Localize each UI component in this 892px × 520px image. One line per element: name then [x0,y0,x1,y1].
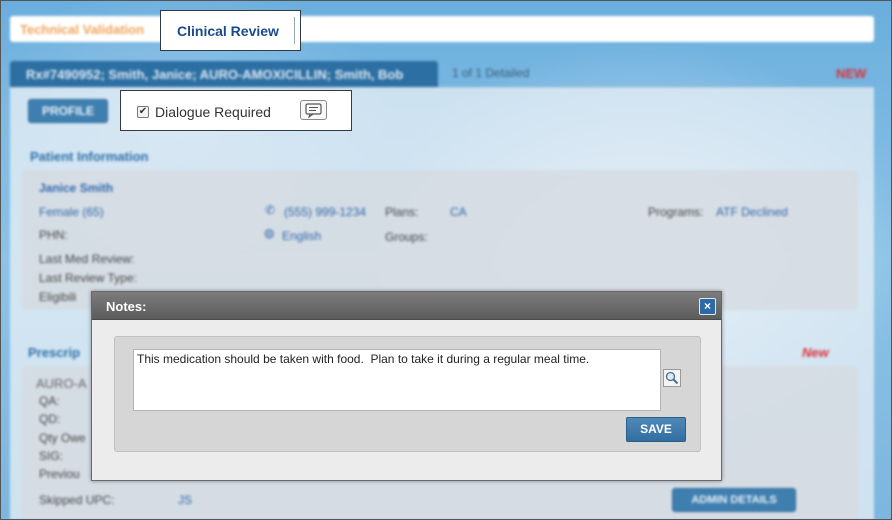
magnifier-icon[interactable] [663,369,681,387]
patient-language: English [282,229,322,243]
prescription-title: Prescrip [28,345,81,360]
qty-owed-label: Qty Owe [39,431,86,445]
dialogue-required-control: ✔ Dialogue Required [120,90,352,131]
phn-label: PHN: [39,228,68,242]
dialogue-required-label: Dialogue Required [155,104,271,120]
notes-modal: Notes: × This medication should be taken… [91,291,722,481]
rx-new-badge: NEW [836,66,867,81]
notes-modal-title: Notes: [106,299,147,314]
skipped-upc-label: Skipped UPC: [39,493,115,507]
last-med-review-label: Last Med Review: [39,252,135,266]
prescription-new-badge: New [802,345,829,360]
notes-modal-body: This medication should be taken with foo… [114,336,701,452]
phone-icon: ✆ [265,203,276,217]
save-button[interactable]: SAVE [626,417,686,442]
programs-value: ATF Declined [716,205,788,219]
dialogue-required-checkbox[interactable]: ✔ [137,106,149,118]
patient-phone: (555) 999-1234 [284,205,367,219]
groups-label: Groups: [385,230,428,244]
admin-details-button[interactable]: ADMIN DETAILS [672,488,796,512]
plans-label: Plans: [385,205,419,219]
profile-button[interactable]: PROFILE [28,99,108,123]
skipped-upc-value: JS [178,493,193,507]
rx-count: 1 of 1 Detailed [452,66,530,80]
patient-card [22,170,858,310]
notes-modal-header: Notes: × [92,292,721,320]
qa-label: QA: [39,394,60,408]
close-icon[interactable]: × [699,298,716,315]
qd-label: QD: [39,412,61,426]
tab-clinical-review-label: Clinical Review [177,23,279,39]
comment-icon[interactable] [300,100,327,120]
globe-icon: ◍ [264,226,275,240]
tab-clinical-review[interactable]: Clinical Review [160,10,301,51]
eligibility-label: Eligibili [39,290,77,304]
previous-label: Previou [39,467,80,481]
programs-label: Programs: [648,205,704,219]
rx-header-bar: Rx#7490952; Smith, Janice; AURO-AMOXICIL… [10,61,438,87]
sig-label: SIG: [39,449,64,463]
last-review-type-label: Last Review Type: [39,271,137,285]
tab-technical-validation[interactable]: Technical Validation [20,22,144,37]
patient-info-title: Patient Information [30,149,149,164]
patient-gender-age: Female (65) [39,205,104,219]
prescription-drug: AURO-A [36,376,87,391]
notes-textarea[interactable]: This medication should be taken with foo… [133,349,661,411]
plans-value: CA [450,205,467,219]
patient-name[interactable]: Janice Smith [39,181,113,195]
